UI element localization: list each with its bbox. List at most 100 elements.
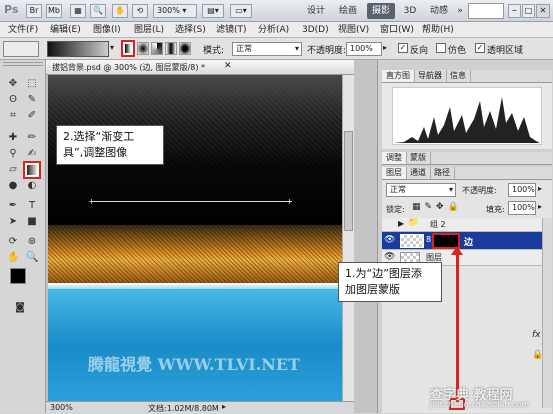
menu-window[interactable]: 窗口(W) <box>380 24 414 36</box>
extras-button[interactable]: ▦ <box>70 4 86 18</box>
zoom-tool-icon[interactable]: 🔍 <box>26 252 38 264</box>
layer-opacity-arrow-icon[interactable]: ▸ <box>538 184 542 193</box>
workspace-photography[interactable]: 摄影 <box>367 3 395 19</box>
radial-gradient-button[interactable] <box>137 42 149 55</box>
reflected-gradient-button[interactable] <box>165 42 177 55</box>
marquee-tool-icon[interactable]: ⬚ <box>26 78 38 90</box>
quick-select-tool-icon[interactable]: ✎ <box>26 94 38 106</box>
hand-tool-icon[interactable]: ✋ <box>7 252 19 264</box>
histogram-graph <box>392 87 542 145</box>
status-arrow-icon[interactable]: ▸ <box>222 402 226 411</box>
minimize-button[interactable]: – <box>508 4 521 18</box>
search-field[interactable] <box>468 3 504 19</box>
scroll-thumb[interactable] <box>344 131 353 231</box>
3d-rotate-tool-icon[interactable]: ⟳ <box>7 236 19 248</box>
workspace-painting[interactable]: 绘画 <box>336 3 360 19</box>
tab-navigator[interactable]: 导航器 <box>414 70 447 82</box>
tool-preset-picker[interactable] <box>3 41 39 57</box>
dither-checkbox[interactable] <box>436 43 446 53</box>
mode-select[interactable]: 正常 ▾ <box>232 42 302 56</box>
status-bar: 300% 文档:1.02M/8.80M ▸ <box>46 401 354 413</box>
menu-view[interactable]: 视图(V) <box>338 24 369 36</box>
layer-row-group[interactable]: ▶ 📁 组 2 <box>382 218 542 232</box>
fill-field[interactable]: 100% <box>508 201 536 215</box>
lasso-tool-icon[interactable]: ʘ <box>7 94 19 106</box>
menu-edit[interactable]: 编辑(E) <box>50 24 81 36</box>
tab-paths[interactable]: 路径 <box>430 167 455 179</box>
document-tab[interactable]: 拔铝背景.psd @ 300% (边, 图层蒙版/8) * ✕ <box>46 60 354 75</box>
opacity-field[interactable]: 100% <box>346 42 382 56</box>
tab-adjustments[interactable]: 调整 <box>382 152 407 164</box>
lock-icons[interactable]: ▦✎✥🔒 <box>412 202 463 212</box>
gradient-tool-icon[interactable] <box>23 161 41 179</box>
hand-tool-button[interactable]: ✋ <box>112 4 128 18</box>
menu-select[interactable]: 选择(S) <box>175 24 206 36</box>
transparency-checkbox[interactable]: ✓ <box>475 43 485 53</box>
zoom-level-select[interactable]: 300% ▾ <box>153 4 197 18</box>
eraser-tool-icon[interactable]: ▱ <box>7 164 19 176</box>
vertical-scrollbar[interactable] <box>342 75 354 401</box>
pen-tool-icon[interactable]: ✒ <box>7 200 19 212</box>
image-canvas[interactable]: + + 腾龍視覺 WWW.TLVI.NET <box>48 75 342 401</box>
diamond-gradient-button[interactable] <box>179 42 191 55</box>
workspace-3d[interactable]: 3D <box>401 3 419 19</box>
tab-histogram[interactable]: 直方图 <box>382 70 415 82</box>
menu-filter[interactable]: 滤镜(T) <box>216 24 247 36</box>
toolbox-grip[interactable] <box>3 62 43 66</box>
more-workspaces-button[interactable]: » <box>455 3 465 19</box>
chevron-down-icon[interactable]: ▾ <box>110 43 114 52</box>
fx-icon[interactable]: fx <box>532 330 541 340</box>
bridge-button[interactable]: Br <box>26 4 42 18</box>
rotate-view-button[interactable]: ⟲ <box>132 4 148 18</box>
reverse-checkbox[interactable]: ✓ <box>398 43 408 53</box>
zoom-field[interactable]: 300% <box>50 403 73 412</box>
eyedropper-tool-icon[interactable]: ✐ <box>26 110 38 122</box>
workspace-design[interactable]: 设计 <box>304 3 328 19</box>
chain-link-icon[interactable]: 8 <box>426 235 431 244</box>
menu-analysis[interactable]: 分析(A) <box>258 24 289 36</box>
menu-help[interactable]: 帮助(H) <box>422 24 454 36</box>
foreground-color-swatch[interactable] <box>10 268 26 284</box>
blend-mode-select[interactable]: 正常 ▾ <box>386 183 456 197</box>
crop-tool-icon[interactable]: ⌗ <box>7 110 19 122</box>
arrange-documents-button[interactable]: ▤▾ <box>202 4 224 18</box>
menu-3d[interactable]: 3D(D) <box>302 24 329 36</box>
workspace-motion[interactable]: 动感 <box>425 3 453 19</box>
opacity-arrow-icon[interactable]: ▸ <box>383 43 387 52</box>
screen-mode-button[interactable]: ▭▾ <box>230 4 252 18</box>
eye-icon[interactable]: 👁 <box>384 235 395 245</box>
layer-opacity-field[interactable]: 100% <box>508 183 536 197</box>
quick-mask-icon[interactable]: ◙ <box>14 302 26 314</box>
angle-gradient-button[interactable] <box>151 42 163 55</box>
menu-image[interactable]: 图像(I) <box>93 24 121 36</box>
blur-tool-icon[interactable]: ● <box>7 180 19 192</box>
close-tab-icon[interactable]: ✕ <box>224 61 232 71</box>
expand-arrow-icon[interactable]: ▶ <box>398 219 404 228</box>
layers-scrollbar[interactable] <box>542 218 552 408</box>
menu-file[interactable]: 文件(F) <box>8 24 38 36</box>
3d-orbit-tool-icon[interactable]: ⊛ <box>26 236 38 248</box>
history-brush-tool-icon[interactable]: ✍ <box>26 148 38 160</box>
menu-layer[interactable]: 图层(L) <box>134 24 164 36</box>
type-tool-icon[interactable]: T <box>26 200 38 212</box>
clone-stamp-tool-icon[interactable]: ⚲ <box>7 148 19 160</box>
gradient-picker[interactable] <box>47 41 109 57</box>
callout-step1: 1.为“边”图层添 加图层蒙版 <box>338 262 442 302</box>
tab-info[interactable]: 信息 <box>446 70 471 82</box>
path-select-tool-icon[interactable]: ➤ <box>7 216 19 228</box>
shape-tool-icon[interactable]: ■ <box>26 216 38 228</box>
tab-masks[interactable]: 蒙版 <box>406 152 431 164</box>
maximize-button[interactable]: □ <box>522 4 535 18</box>
fill-arrow-icon[interactable]: ▸ <box>538 202 542 211</box>
move-tool-icon[interactable]: ✥ <box>7 78 19 90</box>
tab-channels[interactable]: 通道 <box>406 167 431 179</box>
brush-tool-icon[interactable]: ✏ <box>26 132 38 144</box>
tab-layers[interactable]: 图层 <box>382 167 407 179</box>
close-button[interactable]: ✕ <box>536 4 550 18</box>
zoom-tool-button[interactable]: 🔍 <box>90 4 106 18</box>
eye-icon[interactable]: 👁 <box>384 252 395 262</box>
dodge-tool-icon[interactable]: ◐ <box>26 180 38 192</box>
linear-gradient-button[interactable] <box>121 40 135 57</box>
minibridge-button[interactable]: Mb <box>46 4 62 18</box>
healing-brush-tool-icon[interactable]: ✚ <box>7 132 19 144</box>
